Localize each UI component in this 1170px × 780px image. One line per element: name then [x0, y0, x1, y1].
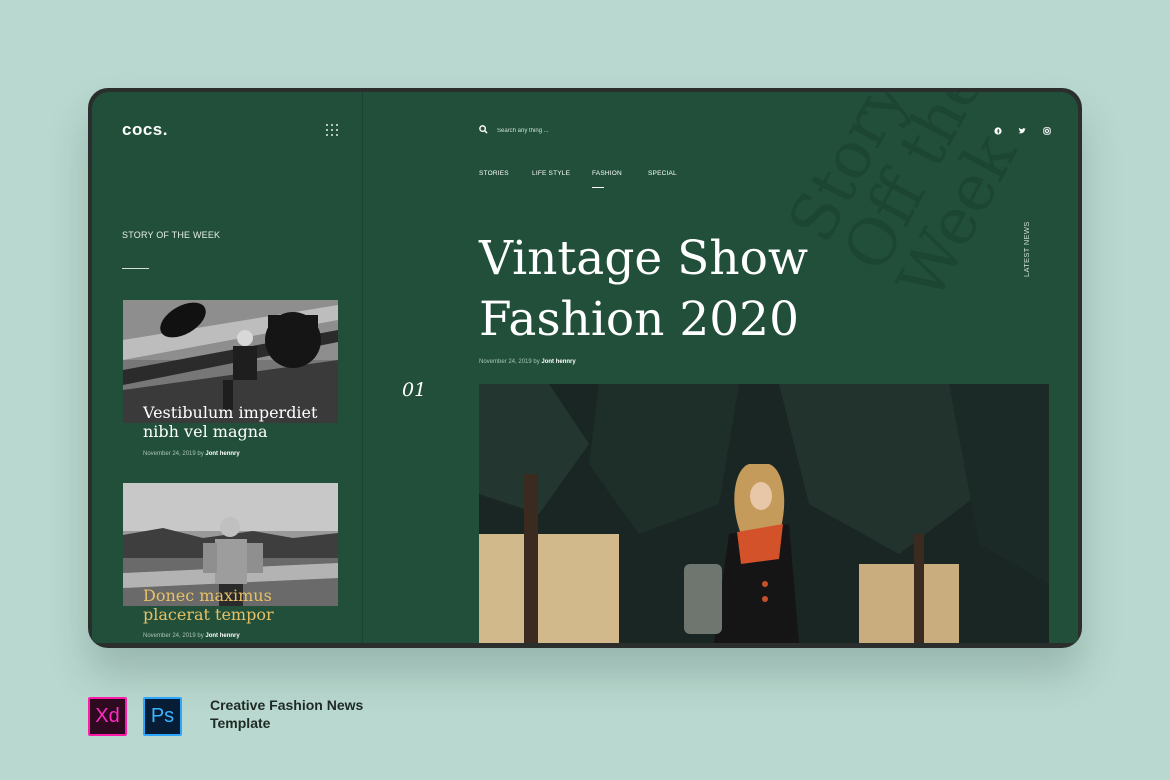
section-divider: [122, 268, 149, 269]
website-screen: cocs. STORY OF THE WEEK Vestibulum imper…: [92, 92, 1078, 643]
nav-item-fashion[interactable]: FASHION: [592, 170, 622, 177]
xd-icon: Xd: [88, 697, 127, 736]
nav-item-stories[interactable]: STORIES: [479, 170, 509, 177]
hero-image[interactable]: [479, 384, 1049, 643]
hero-meta: November 24, 2019 by Jont hennry: [479, 359, 576, 365]
photoshop-icon: Ps: [143, 697, 182, 736]
story-card[interactable]: Vestibulum imperdiet nibh vel magna Nove…: [123, 300, 338, 457]
story-meta: November 24, 2019 by Jont hennry: [143, 451, 240, 457]
story-title[interactable]: Donec maximus placerat tempor: [143, 586, 333, 624]
section-title: STORY OF THE WEEK: [122, 230, 221, 240]
instagram-icon[interactable]: [1043, 127, 1051, 135]
hero-title[interactable]: Vintage Show Fashion 2020: [479, 228, 808, 350]
watermark-text: Story Off the Week: [774, 92, 1032, 313]
story-meta: November 24, 2019 by Jont hennry: [143, 633, 240, 639]
active-nav-indicator: [592, 187, 604, 188]
menu-grid-icon[interactable]: [326, 124, 338, 136]
nav-item-special[interactable]: SPECIAL: [648, 170, 677, 177]
latest-news-label[interactable]: LATEST NEWS: [1022, 221, 1031, 277]
slide-number: 01: [402, 379, 427, 401]
template-caption: Creative Fashion News Template: [210, 697, 364, 731]
story-card[interactable]: Donec maximus placerat tempor November 2…: [123, 483, 338, 639]
device-frame: cocs. STORY OF THE WEEK Vestibulum imper…: [88, 88, 1082, 648]
logo[interactable]: cocs.: [122, 120, 168, 140]
left-sidebar: cocs. STORY OF THE WEEK Vestibulum imper…: [92, 92, 363, 643]
story-title[interactable]: Vestibulum imperdiet nibh vel magna: [143, 403, 333, 441]
nav-item-lifestyle[interactable]: LIFE STYLE: [532, 170, 570, 177]
search-icon[interactable]: [479, 125, 488, 134]
search-input[interactable]: [497, 125, 637, 136]
